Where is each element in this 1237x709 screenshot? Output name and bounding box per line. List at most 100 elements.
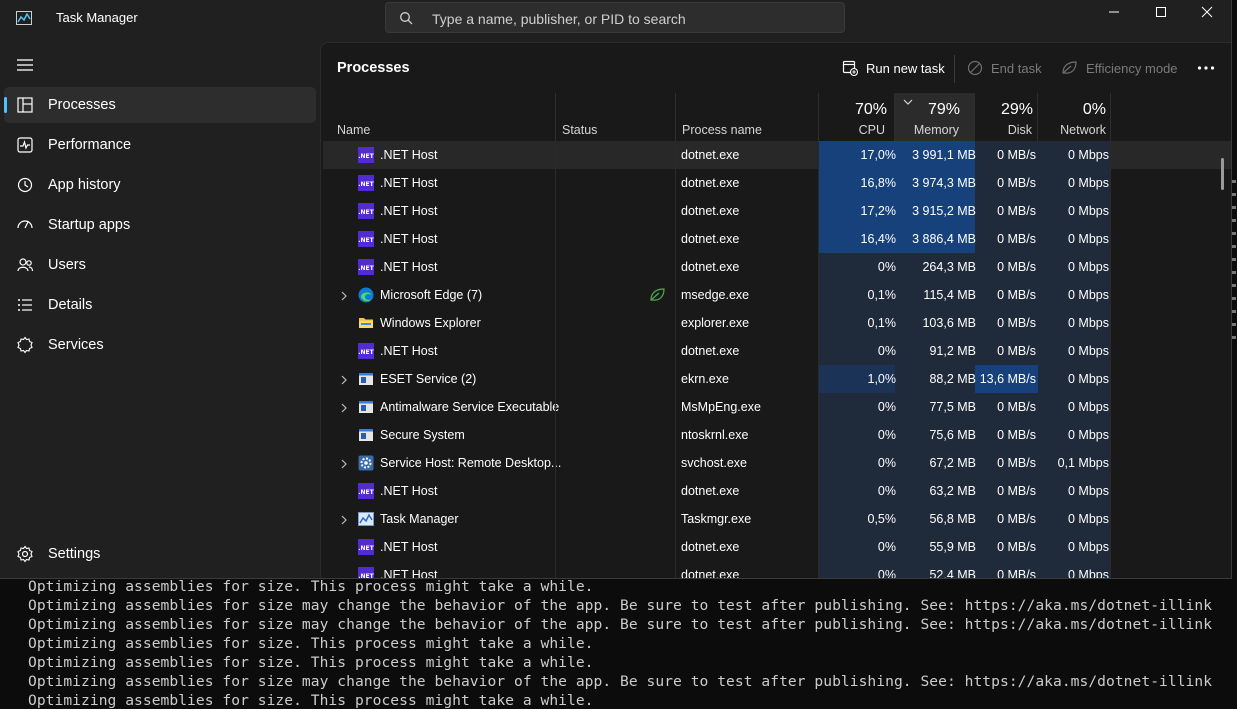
network-cell: 0 Mbps [1068, 288, 1109, 302]
expand-chevron-icon[interactable] [339, 374, 349, 385]
svg-text:.NET: .NET [358, 237, 374, 244]
process-exe-cell: ekrn.exe [681, 372, 729, 386]
table-row[interactable]: Windows Explorer explorer.exe 0,1% 103,6 MB… [323, 309, 1231, 337]
settings-gear-icon [17, 545, 33, 563]
startup-apps-icon [17, 220, 33, 229]
hamburger-menu-icon[interactable] [16, 57, 34, 73]
end-task-button[interactable]: End task [967, 57, 1042, 79]
disk-cell: 0 MB/s [997, 176, 1036, 190]
title-bar[interactable]: Task Manager [0, 0, 1231, 38]
gear-icon [358, 455, 374, 471]
edge-icon [358, 287, 374, 303]
cpu-cell: 0% [877, 400, 896, 414]
cpu-cell: 16,4% [860, 232, 896, 246]
network-cell: 0 Mbps [1068, 204, 1109, 218]
table-row[interactable]: .NET .NET Host dotnet.exe 0% 264,3 MB 0 MB/s 0… [323, 253, 1231, 281]
process-exe-cell: dotnet.exe [681, 484, 740, 498]
sidebar-item-app-history[interactable]: App history [4, 167, 316, 203]
net-icon: .NET [358, 203, 375, 219]
cpu-cell: 1,0% [867, 372, 897, 386]
network-cell: 0 Mbps [1068, 540, 1109, 554]
network-cell: 0 Mbps [1068, 344, 1109, 358]
table-row[interactable]: Antimalware Service Executable MsMpEng.ex… [323, 393, 1231, 421]
maximize-button[interactable] [1138, 0, 1184, 24]
table-row[interactable]: .NET .NET Host dotnet.exe 16,4% 3 886,4 MB 0 … [323, 225, 1231, 253]
service-window-icon [358, 371, 374, 387]
memory-cell: 264,3 MB [922, 260, 976, 274]
disk-cell: 0 MB/s [997, 512, 1036, 526]
table-row[interactable]: Task Manager Taskmgr.exe 0,5% 56,8 MB 0 MB/s… [323, 505, 1231, 533]
close-button[interactable] [1184, 0, 1230, 24]
process-name-cell: .NET Host [380, 568, 438, 579]
table-row[interactable]: .NET .NET Host dotnet.exe 16,8% 3 974,3 MB 0 … [323, 169, 1231, 197]
process-name-cell: Antimalware Service Executable [380, 400, 560, 414]
sidebar-item-details[interactable]: Details [4, 287, 316, 323]
folder-icon [358, 315, 374, 331]
sidebar-item-startup-apps[interactable]: Startup apps [4, 207, 316, 243]
sidebar-item-label: App history [48, 177, 121, 193]
expand-chevron-icon[interactable] [339, 514, 349, 525]
expand-chevron-icon[interactable] [339, 290, 349, 301]
process-name-cell: .NET Host [380, 484, 438, 498]
process-exe-cell: dotnet.exe [681, 344, 740, 358]
table-row[interactable]: .NET .NET Host dotnet.exe 0% 52,4 MB 0 MB/s 0 … [323, 561, 1231, 579]
sidebar-item-services[interactable]: Services [4, 327, 316, 363]
table-row[interactable]: Service Host: Remote Desktop... svchost.e… [323, 449, 1231, 477]
memory-cell: 3 886,4 MB [912, 232, 976, 246]
services-icon [17, 336, 33, 354]
sidebar-item-label: Details [48, 297, 93, 313]
cpu-cell: 0,5% [867, 512, 897, 526]
console-line: Optimizing assemblies for size may chang… [28, 597, 1213, 614]
disk-cell: 0 MB/s [997, 148, 1036, 162]
efficiency-mode-button[interactable]: Efficiency mode [1061, 57, 1178, 79]
process-exe-cell: Taskmgr.exe [681, 512, 752, 526]
vertical-scrollbar[interactable] [1221, 158, 1224, 190]
memory-total: 79% [927, 101, 960, 118]
more-options-icon [1197, 66, 1215, 70]
search-box[interactable] [385, 2, 845, 33]
network-cell: 0 Mbps [1068, 232, 1109, 246]
network-cell: 0 Mbps [1068, 568, 1109, 579]
sidebar-item-users[interactable]: Users [4, 247, 316, 283]
run-new-task-button[interactable]: Run new task [842, 57, 945, 79]
expand-chevron-icon[interactable] [339, 458, 349, 469]
column-header-name[interactable]: Name [337, 123, 370, 137]
memory-cell: 67,2 MB [929, 456, 976, 470]
process-exe-cell: dotnet.exe [681, 540, 740, 554]
process-name-cell: .NET Host [380, 540, 438, 554]
process-exe-cell: svchost.exe [681, 456, 748, 470]
table-row[interactable]: Microsoft Edge (7) msedge.exe 0,1% 115,4 MB… [323, 281, 1231, 309]
sort-descending-icon [903, 99, 913, 105]
table-row[interactable]: .NET .NET Host dotnet.exe 17,0% 3 991,1 MB 0 … [323, 141, 1231, 169]
net-icon: .NET [358, 175, 375, 191]
net-icon: .NET [358, 343, 375, 359]
table-row[interactable]: ESET Service (2) ekrn.exe 1,0% 88,2 MB 13,6 … [323, 365, 1231, 393]
cpu-total: 70% [854, 101, 887, 118]
svg-text:.NET: .NET [358, 545, 374, 552]
sidebar-item-settings[interactable]: Settings [4, 536, 316, 572]
table-row[interactable]: .NET .NET Host dotnet.exe 0% 91,2 MB 0 MB/s 0 … [323, 337, 1231, 365]
sidebar-item-processes[interactable]: Processes [4, 87, 316, 123]
process-name-cell: .NET Host [380, 232, 438, 246]
more-options-button[interactable] [1197, 57, 1223, 79]
disk-cell: 0 MB/s [997, 568, 1036, 579]
search-icon [400, 12, 413, 25]
table-row[interactable]: .NET .NET Host dotnet.exe 0% 55,9 MB 0 MB/s 0 … [323, 533, 1231, 561]
app-history-icon [17, 177, 33, 193]
table-row[interactable]: .NET .NET Host dotnet.exe 0% 63,2 MB 0 MB/s 0 … [323, 477, 1231, 505]
processes-icon [17, 97, 33, 113]
performance-icon [17, 137, 33, 153]
minimize-button[interactable] [1091, 0, 1137, 24]
column-header-process-name[interactable]: Process name [682, 123, 762, 137]
sidebar-item-performance[interactable]: Performance [4, 127, 316, 163]
details-icon [18, 299, 32, 311]
table-row[interactable]: Secure System ntoskrnl.exe 0% 75,6 MB 0 MB/s… [323, 421, 1231, 449]
toolbar-divider [954, 55, 955, 83]
expand-chevron-icon[interactable] [339, 402, 349, 413]
table-row[interactable]: .NET .NET Host dotnet.exe 17,2% 3 915,2 MB 0 … [323, 197, 1231, 225]
svg-text:.NET: .NET [358, 349, 374, 356]
column-header-status[interactable]: Status [562, 123, 597, 137]
memory-cell: 115,4 MB [923, 288, 976, 302]
process-name-cell: Microsoft Edge (7) [380, 288, 483, 302]
search-input[interactable] [430, 8, 834, 30]
